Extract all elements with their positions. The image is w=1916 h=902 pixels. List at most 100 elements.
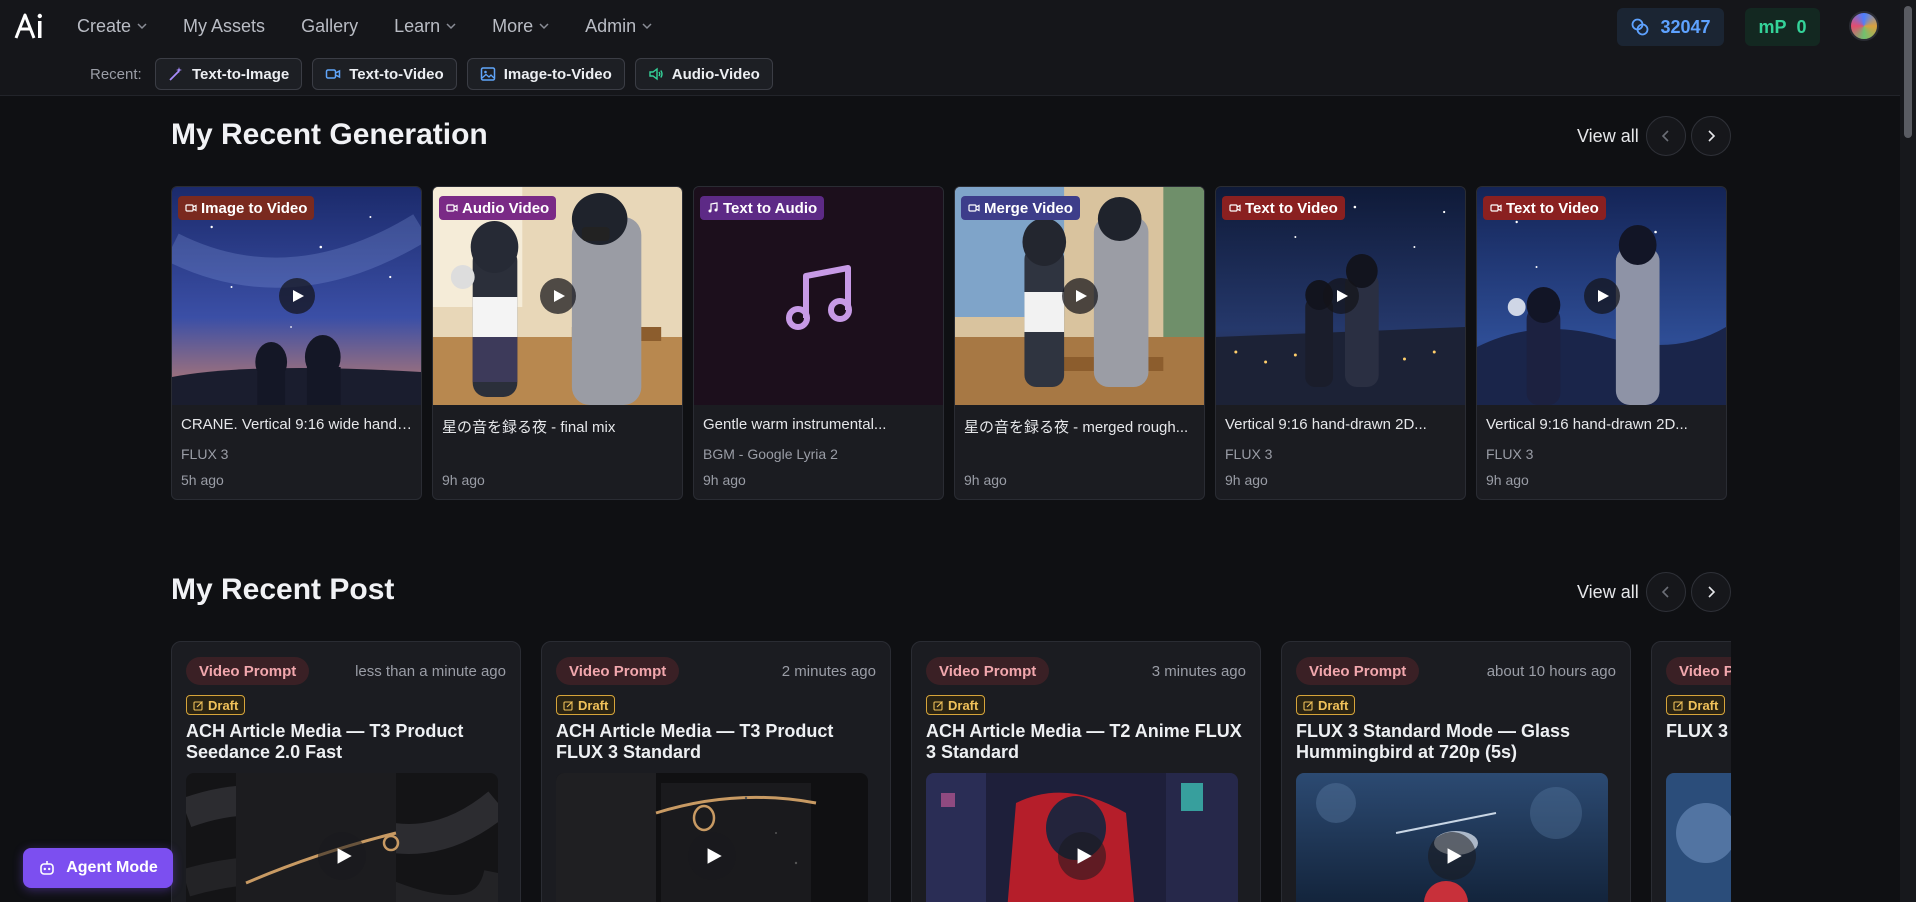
play-button[interactable] <box>688 831 736 880</box>
generation-thumbnail[interactable]: Text to Audio <box>694 187 943 405</box>
nav-my-assets[interactable]: My Assets <box>183 16 265 37</box>
generation-type-badge: Text to Video <box>1483 196 1606 220</box>
play-button[interactable] <box>539 278 576 314</box>
generation-thumbnail[interactable]: Text to Video <box>1216 187 1465 405</box>
draft-label: Draft <box>578 697 609 713</box>
recent-chip-text-to-image[interactable]: Text-to-Image <box>155 58 303 90</box>
play-button[interactable] <box>1322 278 1359 314</box>
post-card[interactable]: Video Prompt 2 minutes ago Draft ACH Art… <box>541 641 891 902</box>
post-title: ACH Article Media — T2 Anime FLUX 3 Stan… <box>926 721 1242 762</box>
chevron-right-icon <box>1708 130 1716 142</box>
recent-chip-audio-video[interactable]: Audio-Video <box>634 58 773 90</box>
generation-title: Vertical 9:16 hand-drawn 2D... <box>1225 416 1427 433</box>
generation-type-badge: Text to Video <box>1222 196 1345 220</box>
chip-label: Audio-Video <box>671 65 760 83</box>
play-button[interactable] <box>1583 278 1620 314</box>
generation-view-all-link[interactable]: View all <box>1577 126 1639 147</box>
avatar[interactable] <box>1849 11 1879 41</box>
nav-create-label: Create <box>77 15 132 36</box>
link-coins-icon <box>1632 18 1649 36</box>
posts-next-button[interactable] <box>1691 572 1731 612</box>
generation-thumbnail[interactable]: Image to Video <box>172 187 421 405</box>
speaker-icon <box>649 67 663 81</box>
music-note-icon <box>786 265 852 330</box>
generation-card[interactable]: Text to Video Vertical 9:16 hand-drawn 2… <box>1476 186 1727 500</box>
posts-prev-button[interactable] <box>1646 572 1686 612</box>
draft-badge: Draft <box>556 695 616 715</box>
nav-learn[interactable]: Learn <box>394 16 456 37</box>
play-icon <box>1076 290 1087 302</box>
post-time: less than a minute ago <box>355 663 506 680</box>
post-thumbnail[interactable] <box>1296 773 1608 902</box>
post-thumbnail[interactable] <box>556 773 868 902</box>
chevron-left-icon <box>1661 586 1669 598</box>
credits-balance[interactable]: 32047 <box>1617 8 1724 46</box>
post-thumbnail[interactable] <box>1666 773 1731 902</box>
nav-create[interactable]: Create <box>77 16 147 37</box>
generation-thumbnail[interactable]: Merge Video <box>955 187 1204 405</box>
mp-balance[interactable]: mP 0 <box>1745 8 1820 46</box>
badge-label: Text to Audio <box>723 199 818 217</box>
agent-mode-button[interactable]: Agent Mode <box>23 848 173 888</box>
post-card[interactable]: Video Prompt Draft FLUX 3 D... Hummin... <box>1651 641 1731 902</box>
play-icon <box>1447 847 1462 864</box>
generation-next-button[interactable] <box>1691 116 1731 156</box>
play-icon <box>707 847 722 864</box>
play-button[interactable] <box>1428 831 1476 880</box>
generation-time: 9h ago <box>964 472 1007 488</box>
nav-admin[interactable]: Admin <box>585 16 652 37</box>
recent-chip-image-to-video[interactable]: Image-to-Video <box>466 58 625 90</box>
video-camera-icon <box>325 69 341 79</box>
post-type-tag: Video Prompt <box>186 657 310 685</box>
generation-card[interactable]: Merge Video 星の音を録る夜 - merged rough... 9h… <box>954 186 1205 500</box>
posts-view-all-link[interactable]: View all <box>1577 582 1639 603</box>
page-scrollbar-thumb[interactable] <box>1904 6 1912 138</box>
ai-logo[interactable] <box>14 10 46 42</box>
nav-more[interactable]: More <box>492 16 549 37</box>
post-thumbnail[interactable] <box>186 773 498 902</box>
chip-label: Text-to-Image <box>192 65 290 83</box>
play-button[interactable] <box>278 278 315 314</box>
generation-model: FLUX 3 <box>1225 446 1273 462</box>
badge-label: Image to Video <box>201 199 308 217</box>
nav-gallery[interactable]: Gallery <box>301 16 358 37</box>
video-camera-icon <box>1490 204 1502 212</box>
draft-label: Draft <box>208 697 239 713</box>
generation-carousel: Image to Video CRANE. Vertical 9:16 wide… <box>171 186 1727 500</box>
generation-card[interactable]: Audio Video 星の音を録る夜 - final mix 9h ago <box>432 186 683 500</box>
generation-card[interactable]: Image to Video CRANE. Vertical 9:16 wide… <box>171 186 422 500</box>
draft-label: Draft <box>1688 697 1719 713</box>
top-nav: Create My Assets Gallery Learn More Admi… <box>0 0 1900 52</box>
draft-label: Draft <box>1318 697 1349 713</box>
post-card[interactable]: Video Prompt 3 minutes ago Draft ACH Art… <box>911 641 1261 902</box>
section-title-generation: My Recent Generation <box>171 118 488 151</box>
post-type-tag: Video Prompt <box>556 657 680 685</box>
edit-icon <box>563 700 573 711</box>
generation-card[interactable]: Text to Video Vertical 9:16 hand-drawn 2… <box>1215 186 1466 500</box>
generation-card[interactable]: Text to Audio Gentle warm instrumental..… <box>693 186 944 500</box>
agent-mode-label: Agent Mode <box>66 859 158 876</box>
play-button[interactable] <box>1058 831 1106 880</box>
play-button[interactable] <box>1061 278 1098 314</box>
generation-thumbnail[interactable]: Text to Video <box>1477 187 1726 405</box>
chip-label: Image-to-Video <box>503 65 612 83</box>
badge-label: Merge Video <box>984 199 1073 217</box>
post-card[interactable]: Video Prompt less than a minute ago Draf… <box>171 641 521 902</box>
post-thumbnail[interactable] <box>926 773 1238 902</box>
generation-model: FLUX 3 <box>1486 446 1534 462</box>
play-button[interactable] <box>318 831 366 880</box>
play-icon <box>293 290 304 302</box>
badge-label: Text to Video <box>1245 199 1338 217</box>
video-camera-icon <box>446 204 458 212</box>
chevron-down-icon <box>539 23 549 30</box>
draft-badge: Draft <box>1296 695 1356 715</box>
generation-time: 9h ago <box>442 472 485 488</box>
post-card[interactable]: Video Prompt about 10 hours ago Draft FL… <box>1281 641 1631 902</box>
edit-icon <box>1673 700 1683 711</box>
recent-chip-text-to-video[interactable]: Text-to-Video <box>312 58 457 90</box>
image-icon <box>480 67 495 81</box>
generation-thumbnail[interactable]: Audio Video <box>433 187 682 405</box>
generation-time: 9h ago <box>1486 472 1529 488</box>
generation-prev-button[interactable] <box>1646 116 1686 156</box>
nav-more-label: More <box>492 15 534 36</box>
